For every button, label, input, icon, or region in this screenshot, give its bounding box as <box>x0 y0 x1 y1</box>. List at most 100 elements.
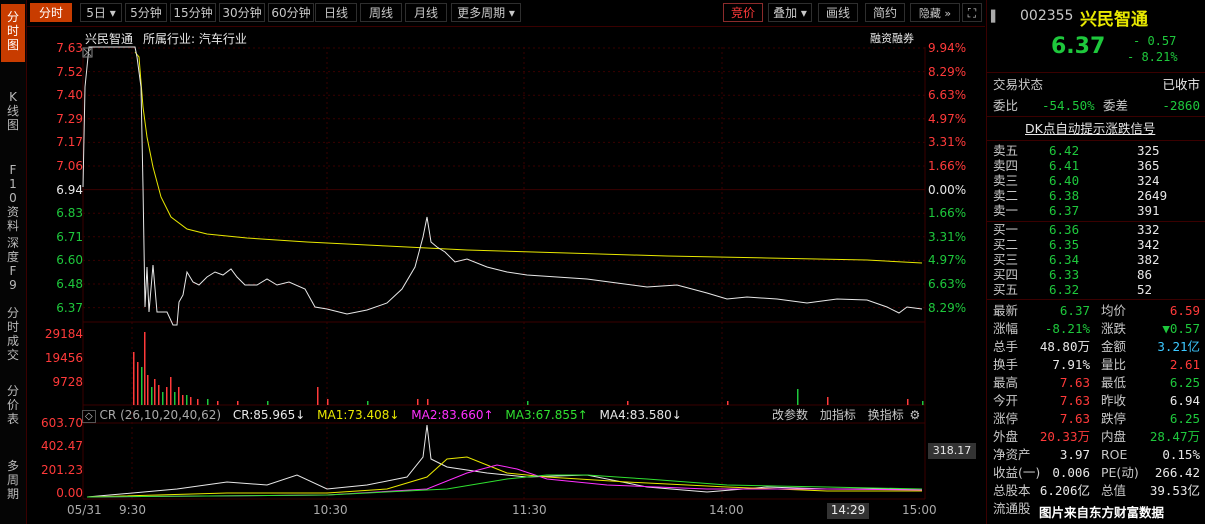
volume-bar <box>174 392 176 405</box>
volume-bar <box>327 399 329 405</box>
period-15min-button[interactable]: 15分钟 <box>170 3 216 22</box>
price-tick: 6.48 <box>56 277 83 291</box>
volume-bar <box>427 399 429 405</box>
stat-value: 6.25 <box>1169 375 1200 390</box>
pct-tick: 3.31% <box>928 229 967 244</box>
volume-bar <box>417 399 419 405</box>
period-more-label: 更多周期 <box>457 6 506 20</box>
industry-label: 所属行业: 汽车行业 <box>143 32 247 46</box>
dk-signal-link[interactable]: DK点自动提示涨跌信号 <box>1025 120 1155 137</box>
price-line <box>82 46 923 326</box>
tab-multi-period[interactable]: 多周期 <box>1 459 25 519</box>
price-tick: 6.94 <box>56 182 83 197</box>
ask-level-label: 卖一 <box>993 203 1019 218</box>
stat-label: 涨幅 <box>993 321 1019 336</box>
price-tick: 7.17 <box>56 135 83 150</box>
volume-bar <box>217 401 219 405</box>
ask-level-label: 卖二 <box>993 188 1019 203</box>
volume-bar <box>527 401 529 405</box>
weicha-value: -2860 <box>1162 98 1200 113</box>
timeshare-chart: 兴民智通 所属行业: 汽车行业 融资融券 ◇ CR (26,10,20,40,6… <box>27 27 985 524</box>
stat-label: 最新 <box>993 303 1019 318</box>
margin-trading-label: 融资融券 <box>870 32 914 45</box>
pct-tick: 6.63% <box>928 88 967 103</box>
change-param-button[interactable]: 改参数 <box>772 408 808 422</box>
stat-value: 3.21亿 <box>1157 339 1200 354</box>
tab-price-table[interactable]: 分价表 <box>1 384 25 434</box>
tab-kline[interactable]: K线图 <box>1 90 25 140</box>
period-more-button[interactable]: 更多周期 ▾ <box>451 3 521 22</box>
stat-label: 换手 <box>993 357 1019 372</box>
expand-icon[interactable]: ▌ <box>991 10 999 23</box>
volume-bar <box>197 399 199 405</box>
fullscreen-icon[interactable]: ⛶ <box>962 3 982 22</box>
average-price-line <box>134 51 923 264</box>
stat-label: 外盘 <box>993 429 1019 444</box>
period-5min-button[interactable]: 5分钟 <box>125 3 167 22</box>
stat-label: 总股本 <box>993 483 1031 498</box>
ask-volume: 391 <box>1137 203 1160 218</box>
period-60min-button[interactable]: 60分钟 <box>268 3 314 22</box>
ask-price: 6.42 <box>1049 143 1080 158</box>
pct-tick: 0.00% <box>928 182 967 197</box>
pct-tick: 3.31% <box>928 135 967 150</box>
stat-value: 48.80万 <box>1039 339 1090 354</box>
time-label-1030: 10:30 <box>313 503 348 517</box>
stat-label: 最高 <box>993 375 1019 390</box>
tab-f10[interactable]: F10资料 <box>1 163 25 233</box>
volume-bar <box>166 387 168 405</box>
tab-depth[interactable]: 深度F9 <box>1 236 25 292</box>
settings-icon[interactable]: ⚙ <box>910 408 921 422</box>
stat-value: 7.63 <box>1059 375 1090 390</box>
volume-bar <box>147 375 149 405</box>
stat-label: 总手 <box>993 339 1019 354</box>
price-tick: 6.83 <box>56 206 83 221</box>
indicator-name: CR (26,10,20,40,62) <box>99 408 222 422</box>
date-label: 05/31 <box>67 503 102 517</box>
indicator-tick: 201.23 <box>41 462 83 477</box>
chevron-down-icon: ▾ <box>508 6 515 20</box>
price-change-pct: - 8.21% <box>1127 50 1178 64</box>
period-30min-button[interactable]: 30分钟 <box>219 3 265 22</box>
left-tab-bar: 分时图 K线图 F10资料 深度F9 分时成交 分价表 多周期 <box>0 0 27 524</box>
weicha-label: 委差 <box>1103 98 1129 113</box>
volume-bar <box>190 397 192 405</box>
period-week-button[interactable]: 周线 <box>360 3 402 22</box>
stat-value: 7.63 <box>1059 393 1090 408</box>
price-tick: 6.71 <box>56 229 83 244</box>
volume-bar <box>727 401 729 405</box>
tab-timeshare[interactable]: 分时图 <box>1 4 25 62</box>
period-toolbar: 分时 5日 ▾ 5分钟 15分钟 30分钟 60分钟 日线 周线 月线 更多周期… <box>27 0 985 27</box>
volume-bar <box>186 395 188 405</box>
volume-tick: 29184 <box>44 327 83 341</box>
period-month-button[interactable]: 月线 <box>405 3 447 22</box>
stat-label: PE(动) <box>1101 465 1139 480</box>
bid-level-label: 买五 <box>993 282 1019 297</box>
stat-label: ROE <box>1101 447 1128 462</box>
add-indicator-button[interactable]: 加指标 <box>820 408 856 422</box>
indicator-ma2: MA2:83.660↑ <box>411 408 494 422</box>
overlay-button[interactable]: 叠加 ▾ <box>768 3 812 22</box>
tab-trades[interactable]: 分时成交 <box>1 306 25 366</box>
stat-value: 0.006 <box>1052 465 1090 480</box>
pct-tick: 8.29% <box>928 64 967 79</box>
period-day-button[interactable]: 日线 <box>315 3 357 22</box>
draw-line-button[interactable]: 画线 <box>818 3 858 22</box>
simple-button[interactable]: 简约 <box>865 3 905 22</box>
stat-value: 28.47万 <box>1149 429 1200 444</box>
auction-button[interactable]: 竞价 <box>723 3 763 22</box>
collapse-icon[interactable]: ◇ <box>82 410 96 423</box>
indicator-tick: 402.47 <box>41 439 83 454</box>
ask-volume: 2649 <box>1137 188 1168 203</box>
hide-button[interactable]: 隐藏 » <box>910 3 960 22</box>
price-tick: 6.60 <box>56 253 83 268</box>
period-5day-button[interactable]: 5日 ▾ <box>80 3 122 22</box>
period-timeshare-button[interactable]: 分时 <box>30 3 72 22</box>
stat-label: 金额 <box>1101 339 1127 354</box>
bid-price: 6.35 <box>1049 237 1080 252</box>
indicator-tick: 0.00 <box>56 485 83 500</box>
switch-indicator-button[interactable]: 换指标 <box>868 408 904 422</box>
indicator-line <box>86 464 923 498</box>
ask-level-label: 卖四 <box>993 158 1019 173</box>
stat-value: 0.15% <box>1162 447 1200 462</box>
